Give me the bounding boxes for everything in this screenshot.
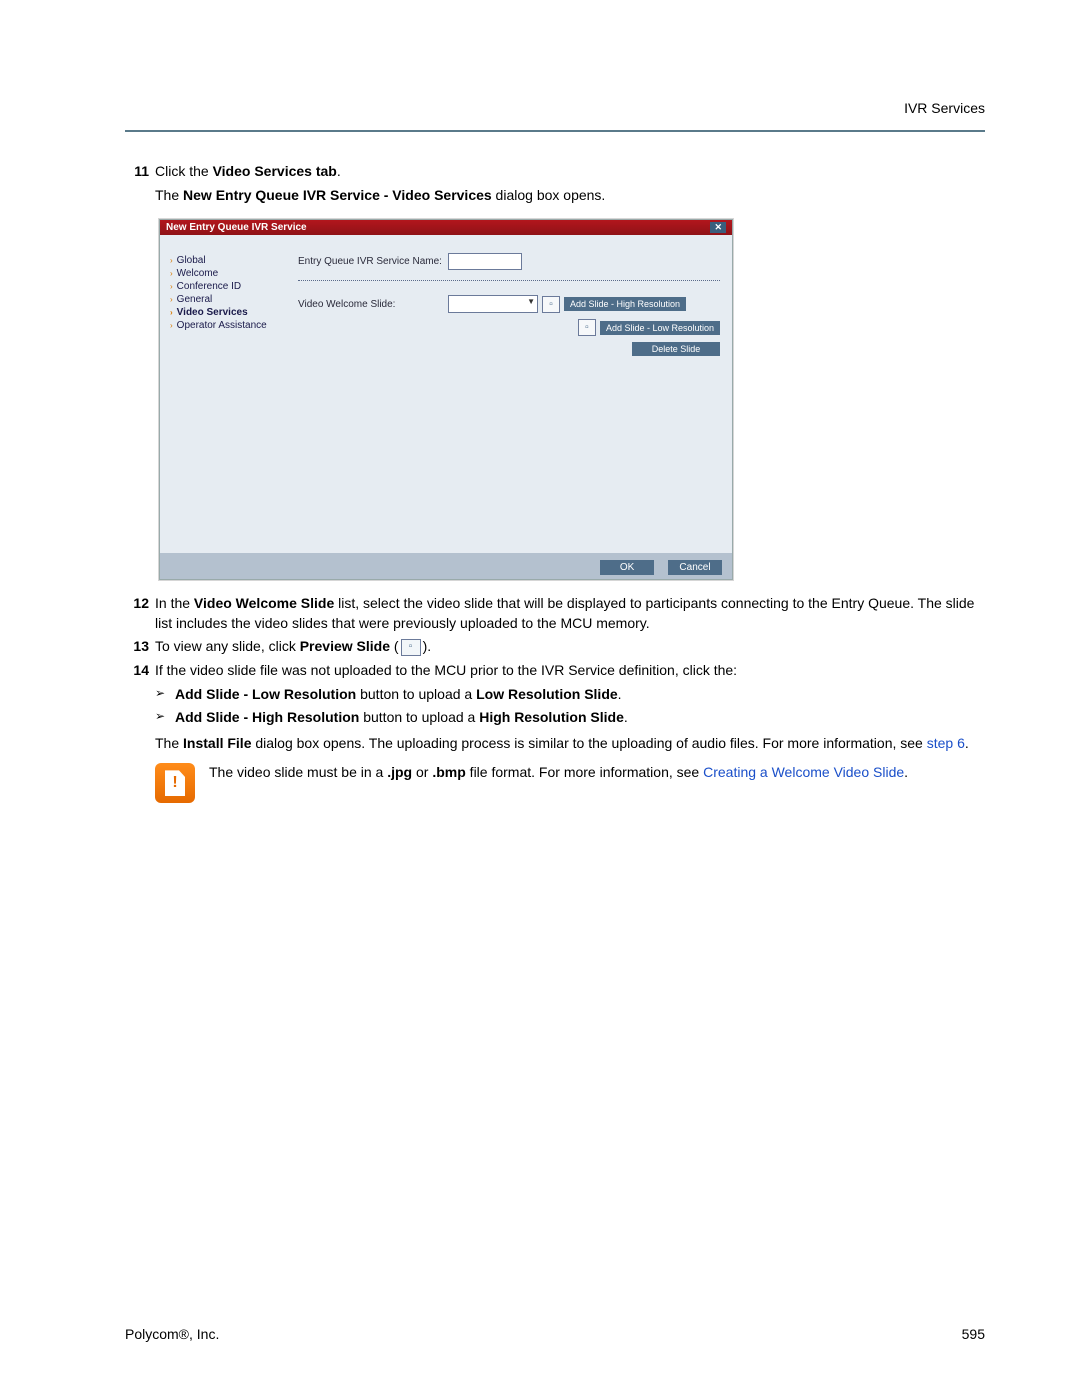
dialog-panel: Entry Queue IVR Service Name: Video Welc… [288,235,732,553]
dialog-titlebar: New Entry Queue IVR Service ✕ [160,220,732,235]
arrow-icon: › [170,295,173,304]
panel-divider [298,280,720,281]
text: file format. For more information, see [466,764,703,780]
sidebar-item-welcome[interactable]: › Welcome [170,268,282,279]
step-11-line2: The New Entry Queue IVR Service - Video … [155,186,985,206]
sidebar-item-video-services[interactable]: › Video Services [170,307,282,318]
text: dialog box opens. [492,187,606,203]
text: ( [390,638,399,654]
note-icon-glyph: ! [172,774,177,792]
text-bold: Preview Slide [300,638,390,654]
text-bold: Add Slide - High Resolution [175,709,359,725]
text: button to upload a [359,709,479,725]
text: . [624,709,628,725]
arrow-icon: › [170,282,173,291]
preview-slide-icon[interactable]: ▫ [578,319,596,336]
dialog-title: New Entry Queue IVR Service [166,222,307,233]
welcome-slide-label: Video Welcome Slide: [298,299,448,310]
dialog-footer: OK Cancel [160,553,732,579]
sidebar-label: Conference ID [177,281,241,292]
step-14: 14 If the video slide file was not uploa… [125,661,985,681]
text-bold: Video Welcome Slide [194,595,334,611]
text-bold: .jpg [387,764,412,780]
footer-company: Polycom®, Inc. [125,1326,219,1342]
dialog-screenshot: New Entry Queue IVR Service ✕ › Global › W… [159,219,733,580]
arrow-icon: › [170,321,173,330]
bullet-high-res: ➢ Add Slide - High Resolution button to … [155,708,985,728]
text: . [337,163,341,179]
text-bold: Video Services tab [213,163,337,179]
text: In the [155,595,194,611]
arrow-icon: › [170,256,173,265]
sidebar-label: Global [177,255,206,266]
sidebar-label: Welcome [177,268,219,279]
ok-button[interactable]: OK [600,560,654,575]
header-divider [125,130,985,132]
step-number: 14 [125,661,155,681]
service-name-input[interactable] [448,253,522,270]
close-icon[interactable]: ✕ [710,222,726,233]
text-bold: High Resolution Slide [479,709,624,725]
arrow-icon: › [170,308,173,317]
sidebar-item-general[interactable]: › General [170,294,282,305]
text: dialog box opens. The uploading process … [251,735,926,751]
welcome-slide-select[interactable] [448,295,538,313]
step-12: 12 In the Video Welcome Slide list, sele… [125,594,985,633]
step-number: 11 [125,162,155,182]
text: . [618,686,622,702]
text-bold: Add Slide - Low Resolution [175,686,356,702]
link-step-6[interactable]: step 6 [927,735,965,751]
preview-slide-icon: ▫ [401,639,421,656]
sidebar-label: Operator Assistance [177,320,267,331]
text: Click the [155,163,213,179]
sidebar-item-operator-assistance[interactable]: › Operator Assistance [170,320,282,331]
arrow-icon: › [170,269,173,278]
bullet-low-res: ➢ Add Slide - Low Resolution button to u… [155,685,985,705]
dialog-sidebar: › Global › Welcome › Conference ID › General… [160,235,288,553]
sidebar-item-conference-id[interactable]: › Conference ID [170,281,282,292]
text: If the video slide file was not uploaded… [155,662,737,678]
text: ). [423,638,432,654]
text: The [155,187,183,203]
step-number: 12 [125,594,155,633]
delete-slide-button[interactable]: Delete Slide [632,342,720,356]
sidebar-label: General [177,294,213,305]
page-footer: Polycom®, Inc. 595 [125,1326,985,1342]
sidebar-label: Video Services [177,307,248,318]
text: or [412,764,432,780]
step-number: 13 [125,637,155,657]
text: button to upload a [356,686,476,702]
text: The video slide must be in a [209,764,387,780]
text-bold: New Entry Queue IVR Service - Video Serv… [183,187,492,203]
header-section: IVR Services [904,100,985,116]
preview-slide-icon[interactable]: ▫ [542,296,560,313]
footer-page-number: 595 [962,1326,985,1342]
sidebar-item-global[interactable]: › Global [170,255,282,266]
note-icon: ! [155,763,195,803]
add-slide-low-button[interactable]: Add Slide - Low Resolution [600,321,720,335]
step-14-after: The Install File dialog box opens. The u… [155,734,985,754]
text: The [155,735,183,751]
text: To view any slide, click [155,638,300,654]
cancel-button[interactable]: Cancel [668,560,722,575]
link-creating-welcome-slide[interactable]: Creating a Welcome Video Slide [703,764,904,780]
note-block: ! The video slide must be in a .jpg or .… [155,763,985,803]
service-name-label: Entry Queue IVR Service Name: [298,256,448,267]
step-11: 11 Click the Video Services tab. [125,162,985,182]
text-bold: Low Resolution Slide [476,686,618,702]
step-13: 13 To view any slide, click Preview Slid… [125,637,985,657]
text-bold: Install File [183,735,251,751]
add-slide-high-button[interactable]: Add Slide - High Resolution [564,297,686,311]
text-bold: .bmp [432,764,465,780]
bullet-icon: ➢ [155,708,175,728]
bullet-icon: ➢ [155,685,175,705]
text: . [965,735,969,751]
text: . [904,764,908,780]
